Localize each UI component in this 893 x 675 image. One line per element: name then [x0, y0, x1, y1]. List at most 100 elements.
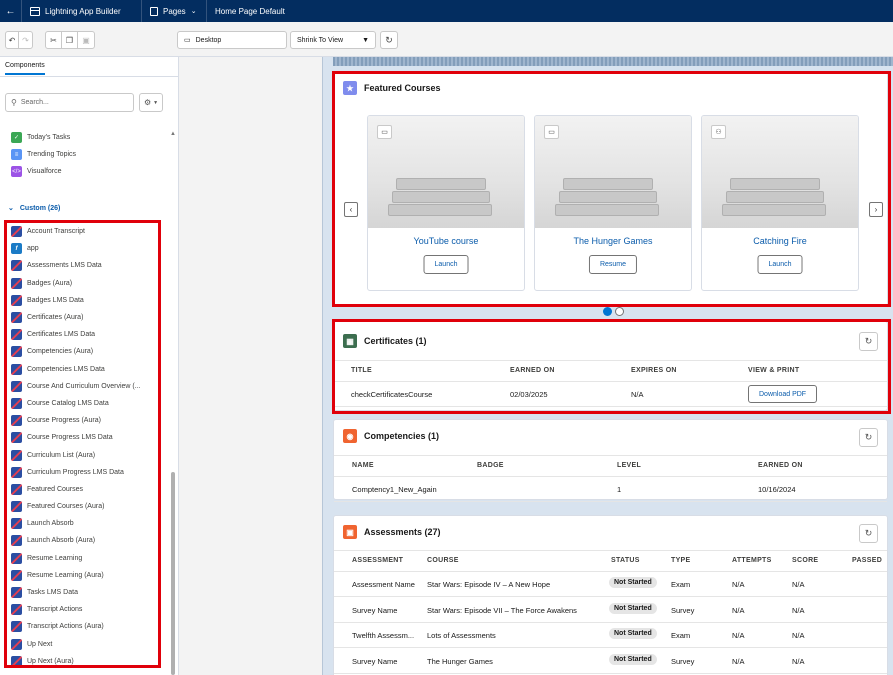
component-item[interactable]: Tasks LMS Data — [0, 584, 168, 601]
assessment-course: The Hunger Games — [427, 656, 493, 666]
card-title-text: Assessments (27) — [364, 527, 441, 537]
view-mode-select[interactable]: Shrink To View ▼ — [290, 31, 376, 49]
assessment-type: Survey — [671, 605, 695, 615]
component-item[interactable]: Badges LMS Data — [0, 292, 168, 309]
scrollbar-thumb[interactable] — [171, 472, 175, 675]
assessment-attempts: N/A — [732, 631, 745, 640]
assessment-attempts: N/A — [732, 605, 745, 615]
component-item[interactable]: Competencies (Aura) — [0, 343, 168, 360]
component-item[interactable]: Launch Absorb — [0, 515, 168, 532]
assessment-score: N/A — [792, 580, 805, 589]
page-header-stripe — [333, 57, 893, 66]
column-header: LEVEL — [617, 462, 642, 469]
component-item[interactable]: Course Progress LMS Data — [0, 429, 168, 446]
component-item[interactable]: Transcript Actions — [0, 601, 168, 618]
component-item[interactable]: ✓ Today's Tasks — [0, 129, 168, 146]
component-item[interactable]: Curriculum List (Aura) — [0, 446, 168, 463]
component-item[interactable]: Course Progress (Aura) — [0, 412, 168, 429]
pages-label: Pages — [163, 6, 186, 16]
component-label: Launch Absorb (Aura) — [27, 537, 96, 545]
refresh-button[interactable]: ↻ — [859, 332, 878, 351]
refresh-button[interactable]: ↻ — [380, 31, 398, 49]
component-item[interactable]: f app — [0, 240, 168, 257]
column-header: EXPIRES ON — [631, 367, 677, 374]
table-row: Assessment Name Star Wars: Episode IV – A… — [334, 572, 887, 597]
sidebar-scrollbar[interactable]: ▲ — [170, 129, 176, 675]
component-item[interactable]: Course Catalog LMS Data — [0, 395, 168, 412]
launch-button[interactable]: Launch — [423, 255, 469, 274]
book-shape — [726, 191, 824, 203]
page-name: Home Page Default — [207, 0, 293, 22]
refresh-button[interactable]: ↻ — [859, 524, 878, 543]
component-item[interactable]: Certificates LMS Data — [0, 326, 168, 343]
component-item[interactable]: Badges (Aura) — [0, 275, 168, 292]
table-row: checkCertificatesCourse 02/03/2025 N/A D… — [334, 382, 887, 407]
carousel-next-button[interactable]: › — [869, 202, 883, 217]
component-item[interactable]: </> Visualforce — [0, 163, 168, 180]
component-item[interactable]: Transcript Actions (Aura) — [0, 618, 168, 635]
component-item[interactable]: Resume Learning (Aura) — [0, 567, 168, 584]
undo-button[interactable]: ↶ — [6, 32, 19, 48]
carousel-dot-active[interactable] — [603, 307, 612, 316]
assessment-course: Star Wars: Episode VII – The Force Awake… — [427, 605, 577, 615]
competencies-card[interactable]: ◉ Competencies (1) ↻ NAME BADGE LEVEL EA… — [333, 419, 888, 502]
download-pdf-button[interactable]: Download PDF — [748, 385, 818, 403]
back-button[interactable]: ← — [0, 0, 22, 22]
assessments-card[interactable]: ▣ Assessments (27) ↻ ASSESSMENT COURSE S… — [333, 515, 888, 675]
assessment-assessment: Assessment Name — [352, 580, 415, 589]
course-card[interactable]: ▭ YouTube course Launch — [367, 115, 525, 291]
refresh-icon: ↻ — [864, 336, 873, 346]
resume-button[interactable]: Resume — [588, 255, 638, 274]
copy-button[interactable]: ❐ — [62, 32, 78, 48]
status-badge: Not Started — [609, 653, 657, 665]
course-card[interactable]: ▭ The Hunger Games Resume — [534, 115, 692, 291]
component-item[interactable]: Certificates (Aura) — [0, 309, 168, 326]
featured-courses-card[interactable]: ★ Featured Courses ‹ ▭ YouTube course La… — [333, 72, 888, 316]
assessment-type: Survey — [671, 656, 695, 666]
component-item[interactable]: Account Transcript — [0, 223, 168, 240]
component-item[interactable]: Featured Courses — [0, 481, 168, 498]
component-item[interactable]: Competencies LMS Data — [0, 361, 168, 378]
component-item[interactable]: Assessments LMS Data — [0, 257, 168, 274]
builder-toolbar: ↶ ↷ ✂ ❐ ▣ ▭ Desktop Shrink To View ▼ ↻ — [0, 22, 893, 57]
component-item[interactable]: Course And Curriculum Overview (... — [0, 378, 168, 395]
component-item[interactable]: Up Next — [0, 636, 168, 653]
component-label: Transcript Actions (Aura) — [27, 623, 104, 631]
course-name[interactable]: The Hunger Games — [535, 236, 691, 246]
refresh-button[interactable]: ↻ — [859, 428, 878, 447]
scroll-up-icon: ▲ — [170, 131, 176, 137]
redo-button[interactable]: ↷ — [19, 32, 32, 48]
component-label: Certificates (Aura) — [27, 314, 84, 322]
delete-button[interactable]: ▣ — [78, 32, 94, 48]
app-builder-title[interactable]: Lightning App Builder — [22, 0, 142, 22]
component-item[interactable]: Up Next (Aura) — [0, 653, 168, 670]
course-card[interactable]: ⚇ Catching Fire Launch — [701, 115, 859, 291]
custom-section-toggle[interactable]: ⌄ Custom (26) — [8, 204, 60, 213]
settings-menu-button[interactable]: ⚙ ▼ — [139, 93, 163, 112]
carousel-prev-button[interactable]: ‹ — [344, 202, 358, 217]
component-item[interactable]: Resume Learning — [0, 550, 168, 567]
course-name[interactable]: Catching Fire — [702, 236, 858, 246]
component-item[interactable]: Featured Courses (Aura) — [0, 498, 168, 515]
pages-menu[interactable]: Pages ⌄ — [142, 0, 207, 22]
certificates-card[interactable]: ▦ Certificates (1) ↻ TITLE EARNED ON EXP… — [333, 321, 888, 411]
lightning-component-icon — [11, 346, 22, 358]
component-item[interactable]: Curriculum Progress LMS Data — [0, 464, 168, 481]
lightning-component-icon — [11, 415, 22, 427]
launch-button[interactable]: Launch — [757, 255, 803, 274]
carousel-dot[interactable] — [615, 307, 624, 316]
competency-name: Comptency1_New_Again — [352, 485, 437, 494]
course-name[interactable]: YouTube course — [368, 236, 524, 246]
tab-components[interactable]: Components — [5, 62, 45, 75]
column-header: PASSED — [852, 557, 883, 564]
table-row: Twelfth Assessm... Lots of Assessments Not… — [334, 623, 887, 648]
device-select[interactable]: ▭ Desktop — [177, 31, 287, 49]
cut-button[interactable]: ✂ — [46, 32, 62, 48]
column-header: ATTEMPTS — [732, 557, 772, 564]
component-search-input[interactable]: ⚲ Search... — [5, 93, 134, 112]
refresh-icon: ↻ — [864, 528, 873, 538]
assessment-assessment: Survey Name — [352, 605, 398, 615]
component-item[interactable]: ≡ Trending Topics — [0, 146, 168, 163]
assessment-type: Exam — [671, 631, 691, 640]
component-item[interactable]: Launch Absorb (Aura) — [0, 532, 168, 549]
